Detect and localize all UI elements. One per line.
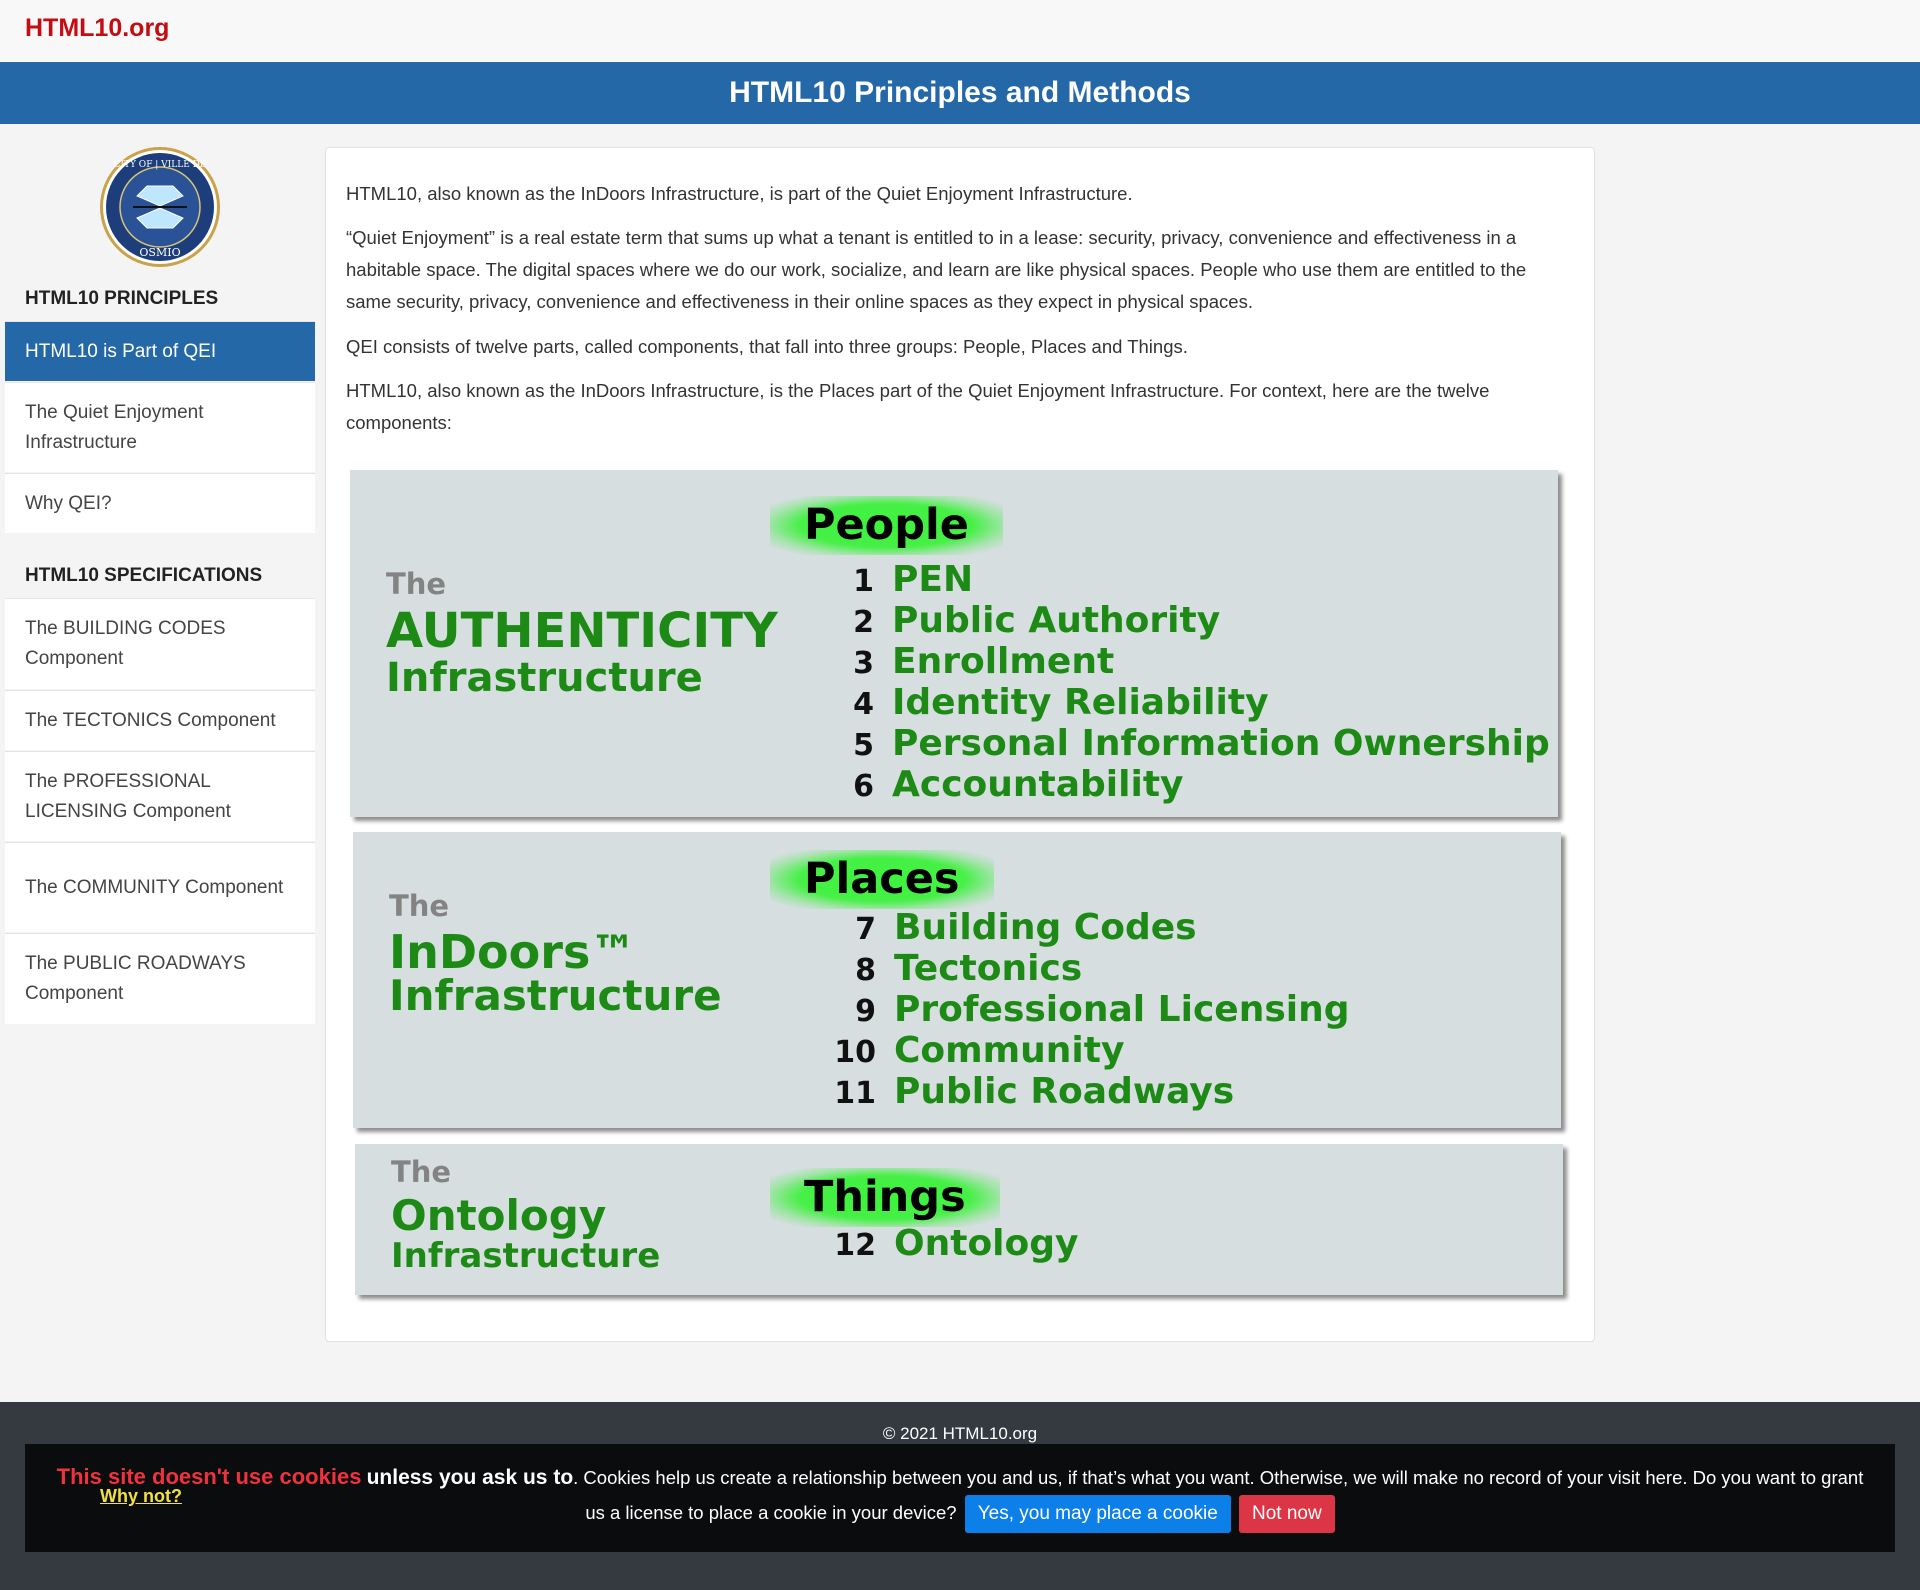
component-name: Identity Reliability bbox=[892, 682, 1269, 723]
brand-link[interactable]: HTML10.org bbox=[25, 14, 169, 43]
infra-the: The bbox=[389, 889, 450, 923]
component-number: 4 bbox=[853, 687, 874, 722]
sidebar-item-label: The BUILDING CODES Component bbox=[25, 618, 226, 669]
component-number: 1 bbox=[853, 564, 874, 599]
main-content: HTML10, also known as the InDoors Infras… bbox=[325, 147, 1595, 1342]
component-name: Tectonics bbox=[894, 948, 1083, 989]
sidebar-item-quiet-enjoyment-infrastructure[interactable]: The Quiet Enjoyment Infrastructure bbox=[5, 382, 315, 472]
component-name: Ontology bbox=[894, 1223, 1079, 1264]
sidebar-item-public-roadways[interactable]: The PUBLIC ROADWAYS Component bbox=[5, 933, 315, 1024]
component-number: 3 bbox=[853, 646, 874, 681]
component-item: 5 Personal Information Ownership bbox=[830, 726, 1550, 762]
component-item: 7 Building Codes bbox=[832, 907, 1197, 948]
component-name: Community bbox=[894, 1030, 1125, 1071]
component-number: 10 bbox=[834, 1035, 876, 1070]
infra-name-line1: AUTHENTICITY bbox=[386, 603, 778, 659]
sidebar-item-label: HTML10 is Part of QEI bbox=[25, 340, 217, 362]
component-number: 5 bbox=[853, 728, 874, 763]
component-item: 11 Public Roadways bbox=[832, 1074, 1234, 1110]
component-item: 6 Accountability bbox=[830, 764, 1184, 805]
top-navbar: HTML10.org bbox=[0, 0, 1920, 62]
component-name: Building Codes bbox=[894, 907, 1197, 948]
why-not-link[interactable]: Why not? bbox=[100, 1486, 182, 1507]
sidebar-item-label: Why QEI? bbox=[25, 492, 112, 514]
component-name: Public Authority bbox=[892, 600, 1221, 641]
component-item: 2 Public Authority bbox=[830, 603, 1220, 639]
principles-heading: HTML10 PRINCIPLES bbox=[25, 288, 219, 309]
page-title: HTML10 Principles and Methods bbox=[0, 62, 1920, 124]
cookie-message: This site doesn't use cookies unless you… bbox=[50, 1460, 1870, 1533]
component-number: 6 bbox=[853, 769, 874, 804]
sidebar-item-tectonics[interactable]: The TECTONICS Component bbox=[5, 690, 315, 750]
quiet-enjoyment-paragraph: “Quiet Enjoyment” is a real estate term … bbox=[346, 227, 1527, 312]
component-item: 8 Tectonics bbox=[832, 951, 1082, 987]
seal-text-bottom: OSMIO bbox=[139, 246, 180, 259]
footer: © 2021 HTML10.org This site doesn't use … bbox=[0, 1402, 1920, 1590]
decline-cookie-button[interactable]: Not now bbox=[1238, 1495, 1335, 1533]
sidebar-item-label: The Quiet Enjoyment Infrastructure bbox=[25, 401, 204, 453]
component-number: 8 bbox=[855, 953, 876, 988]
component-name: Personal Information Ownership bbox=[892, 723, 1550, 764]
infra-name-line2: Infrastructure bbox=[389, 971, 722, 1020]
infra-the: The bbox=[391, 1155, 452, 1189]
things-panel: The Ontology Infrastructure Things 12 Ont… bbox=[355, 1144, 1563, 1295]
infrastructure-name: The AUTHENTICITY Infrastructure bbox=[386, 567, 778, 701]
specifications-heading: HTML10 SPECIFICATIONS bbox=[25, 565, 263, 586]
accept-cookie-button[interactable]: Yes, you may place a cookie bbox=[964, 1495, 1231, 1533]
infra-the: The bbox=[386, 567, 447, 601]
people-panel: The AUTHENTICITY Infrastructure People 1… bbox=[350, 470, 1558, 817]
sidebar-item-building-codes[interactable]: The BUILDING CODES Component bbox=[5, 598, 315, 689]
sidebar-item-html10-part-of-qei[interactable]: HTML10 is Part of QEI bbox=[5, 321, 315, 381]
infra-name-line1: InDoors™ bbox=[389, 925, 637, 979]
sidebar-item-label: The PUBLIC ROADWAYS Component bbox=[25, 953, 246, 1004]
component-number: 9 bbox=[855, 994, 876, 1029]
group-title-things: Things bbox=[770, 1168, 1000, 1228]
group-title-places: Places bbox=[770, 850, 994, 910]
qei-paragraph: QEI consists of twelve parts, called com… bbox=[346, 336, 1188, 357]
component-number: 12 bbox=[834, 1228, 876, 1263]
component-number: 11 bbox=[834, 1076, 876, 1111]
component-name: PEN bbox=[892, 559, 974, 600]
sidebar-item-why-qei[interactable]: Why QEI? bbox=[5, 473, 315, 533]
cookie-emphasis: unless you ask us to bbox=[366, 1466, 574, 1489]
infra-name-line1: Ontology bbox=[391, 1191, 607, 1240]
places-panel: The InDoors™ Infrastructure Places 7 Buil… bbox=[353, 832, 1561, 1128]
context-paragraph: HTML10, also known as the InDoors Infras… bbox=[346, 380, 1490, 433]
component-number: 2 bbox=[853, 605, 874, 640]
sidebar-item-professional-licensing[interactable]: The PROFESSIONAL LICENSING Component bbox=[5, 751, 315, 841]
copyright: © 2021 HTML10.org bbox=[882, 1424, 1038, 1443]
sidebar-item-label: The TECTONICS Component bbox=[25, 709, 276, 731]
component-number: 7 bbox=[855, 912, 876, 947]
cookie-consent-banner: This site doesn't use cookies unless you… bbox=[25, 1444, 1895, 1552]
seal-text-top: CITY OF | VILLE DE bbox=[114, 160, 207, 170]
component-item: 3 Enrollment bbox=[830, 644, 1114, 680]
component-name: Professional Licensing bbox=[894, 989, 1350, 1030]
component-item: 10 Community bbox=[832, 1033, 1124, 1069]
component-item: 9 Professional Licensing bbox=[832, 989, 1350, 1030]
component-name: Accountability bbox=[892, 764, 1184, 805]
sidebar-item-label: The PROFESSIONAL LICENSING Component bbox=[25, 770, 231, 822]
sidebar-item-community[interactable]: The COMMUNITY Component bbox=[5, 842, 315, 932]
component-item: 12 Ontology bbox=[832, 1226, 1078, 1262]
city-seal-logo: CITY OF | VILLE DE OSMIO bbox=[100, 147, 220, 267]
component-name: Enrollment bbox=[892, 641, 1115, 682]
group-title-people: People bbox=[770, 496, 1003, 556]
component-item: 1 PEN bbox=[830, 562, 973, 598]
infrastructure-name: The InDoors™ Infrastructure bbox=[389, 892, 722, 1017]
intro-paragraph: HTML10, also known as the InDoors Infras… bbox=[346, 183, 1133, 204]
component-item: 4 Identity Reliability bbox=[830, 682, 1269, 723]
sidebar-item-label: The COMMUNITY Component bbox=[25, 876, 284, 898]
infra-name-line2: Infrastructure bbox=[386, 655, 703, 701]
infrastructure-name: The Ontology Infrastructure bbox=[391, 1155, 661, 1276]
infra-name-line2: Infrastructure bbox=[391, 1236, 661, 1276]
component-name: Public Roadways bbox=[894, 1071, 1235, 1112]
